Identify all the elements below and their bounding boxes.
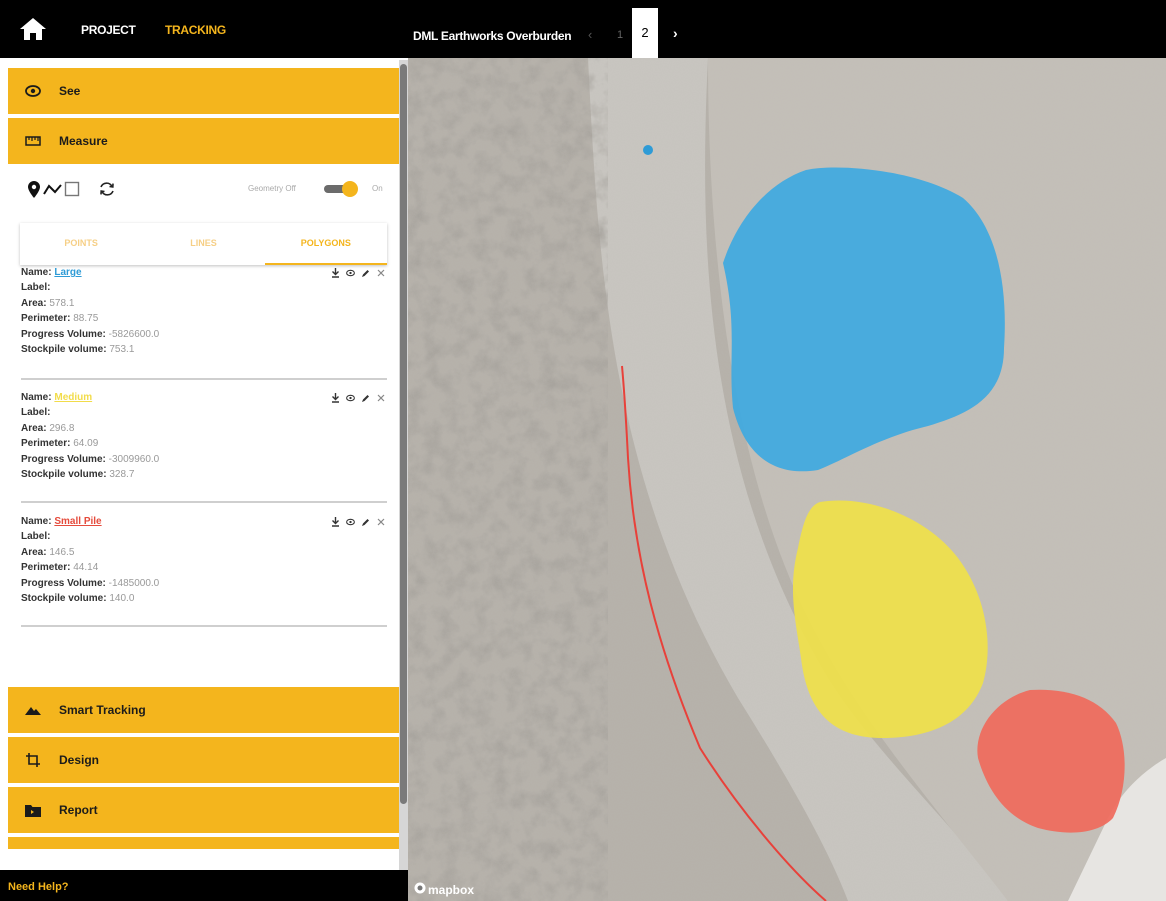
- label-label: Label:: [21, 407, 51, 419]
- nav-tracking-tab[interactable]: TRACKING: [165, 23, 226, 37]
- map-svg: [408, 58, 1166, 901]
- eye-icon[interactable]: [346, 517, 355, 527]
- tab-polygons[interactable]: POLYGONS: [264, 223, 387, 265]
- polygon-stockpile-volume-value: 328.7: [109, 469, 135, 481]
- crop-icon: [25, 753, 41, 767]
- delete-close-icon[interactable]: [376, 268, 385, 278]
- section-measure-label: Measure: [59, 134, 108, 148]
- pager-page-1[interactable]: 1: [617, 29, 623, 41]
- polyline-icon[interactable]: [43, 182, 63, 196]
- tab-lines[interactable]: LINES: [142, 223, 264, 265]
- edit-pencil-icon[interactable]: [361, 517, 370, 527]
- polygon-stockpile-volume-value: 753.1: [109, 344, 135, 356]
- geometry-off-label: Geometry Off: [248, 184, 296, 193]
- area-label: Area:: [21, 297, 47, 309]
- sidebar-scrollbar-thumb[interactable]: [400, 64, 407, 804]
- item-divider: [21, 378, 387, 380]
- polygon-square-icon[interactable]: [64, 181, 80, 197]
- geometry-on-label: On: [372, 184, 383, 193]
- download-icon[interactable]: [331, 268, 340, 278]
- label-label: Label:: [21, 531, 51, 543]
- mapbox-attribution[interactable]: mapbox: [414, 882, 474, 897]
- measure-toolbar: [20, 178, 116, 200]
- section-smart-tracking[interactable]: Smart Tracking: [8, 687, 399, 733]
- pager-page-2-current[interactable]: 2: [632, 8, 658, 58]
- area-label: Area:: [21, 546, 47, 558]
- section-report[interactable]: Report: [8, 787, 399, 833]
- project-title: DML Earthworks Overburden: [413, 29, 572, 43]
- refresh-icon[interactable]: [98, 180, 116, 198]
- download-icon[interactable]: [331, 393, 340, 403]
- perimeter-label: Perimeter:: [21, 562, 71, 574]
- section-measure[interactable]: Measure: [8, 118, 399, 164]
- stockpile-volume-label: Stockpile volume:: [21, 469, 107, 481]
- need-help-link[interactable]: Need Help?: [8, 881, 69, 893]
- polygon-item: Name: Medium Label: Area: 296.8 Perimete…: [21, 390, 387, 503]
- progress-volume-label: Progress Volume:: [21, 453, 106, 465]
- polygon-area-value: 296.8: [49, 422, 75, 434]
- polygon-perimeter-value: 64.09: [73, 438, 99, 450]
- polygon-progress-volume-value: -5826600.0: [108, 328, 160, 340]
- polygon-perimeter-value: 44.14: [73, 562, 99, 574]
- item-actions: [331, 393, 385, 403]
- point-marker-icon[interactable]: [28, 180, 40, 198]
- map-canvas[interactable]: [408, 58, 1166, 901]
- home-icon[interactable]: [18, 16, 48, 42]
- item-divider: [21, 501, 387, 503]
- progress-volume-label: Progress Volume:: [21, 577, 106, 589]
- name-label: Name:: [21, 267, 52, 278]
- label-label: Label:: [21, 282, 51, 294]
- eye-icon: [25, 84, 41, 98]
- eye-icon[interactable]: [346, 268, 355, 278]
- pager-next-button[interactable]: ›: [673, 25, 678, 41]
- measure-tabs: POINTS LINES POLYGONS: [20, 223, 387, 265]
- section-smart-tracking-label: Smart Tracking: [59, 703, 146, 717]
- delete-close-icon[interactable]: [376, 517, 385, 527]
- delete-close-icon[interactable]: [376, 393, 385, 403]
- name-label: Name:: [21, 516, 52, 527]
- edit-pencil-icon[interactable]: [361, 268, 370, 278]
- polygon-item: Name: Small Pile Label: Area: 146.5 Peri…: [21, 514, 387, 627]
- tab-points[interactable]: POINTS: [20, 223, 142, 265]
- polygon-item: Name: Large Label: Area: 578.1 Perimeter…: [21, 265, 387, 380]
- polygon-stockpile-volume-value: 140.0: [109, 593, 135, 605]
- polygon-area-value: 146.5: [49, 546, 75, 558]
- pager-prev-button[interactable]: ‹: [588, 27, 592, 42]
- download-icon[interactable]: [331, 517, 340, 527]
- polygon-progress-volume-value: -3009960.0: [108, 453, 160, 465]
- polygon-name-link[interactable]: Medium: [54, 392, 92, 403]
- perimeter-label: Perimeter:: [21, 313, 71, 325]
- polygon-name-link[interactable]: Small Pile: [54, 516, 101, 527]
- section-design-label: Design: [59, 753, 100, 767]
- stockpile-volume-label: Stockpile volume:: [21, 593, 107, 605]
- perimeter-label: Perimeter:: [21, 438, 71, 450]
- measured-point[interactable]: [643, 145, 653, 155]
- polygon-name-link[interactable]: Large: [54, 267, 81, 278]
- item-actions: [331, 268, 385, 278]
- section-design[interactable]: Design: [8, 737, 399, 783]
- item-divider: [21, 625, 387, 627]
- stockpile-volume-label: Stockpile volume:: [21, 344, 107, 356]
- section-collapsed-extra[interactable]: [8, 837, 399, 849]
- progress-volume-label: Progress Volume:: [21, 328, 106, 340]
- geometry-toggle[interactable]: [322, 181, 358, 197]
- section-see-label: See: [59, 84, 81, 98]
- item-actions: [331, 517, 385, 527]
- edit-pencil-icon[interactable]: [361, 393, 370, 403]
- toggle-knob: [342, 181, 358, 197]
- eye-icon[interactable]: [346, 393, 355, 403]
- ruler-icon: [25, 134, 41, 148]
- area-label: Area:: [21, 422, 47, 434]
- section-report-label: Report: [59, 803, 98, 817]
- polygon-perimeter-value: 88.75: [73, 313, 99, 325]
- folder-icon: [25, 803, 41, 817]
- nav-project-tab[interactable]: PROJECT: [81, 23, 136, 37]
- mountain-icon: [25, 703, 41, 717]
- polygon-area-value: 578.1: [49, 297, 75, 309]
- mapbox-wordmark: mapbox: [428, 882, 475, 897]
- polygon-progress-volume-value: -1485000.0: [108, 577, 160, 589]
- name-label: Name:: [21, 392, 52, 403]
- mapbox-logo-icon: [414, 882, 426, 897]
- section-see[interactable]: See: [8, 68, 399, 114]
